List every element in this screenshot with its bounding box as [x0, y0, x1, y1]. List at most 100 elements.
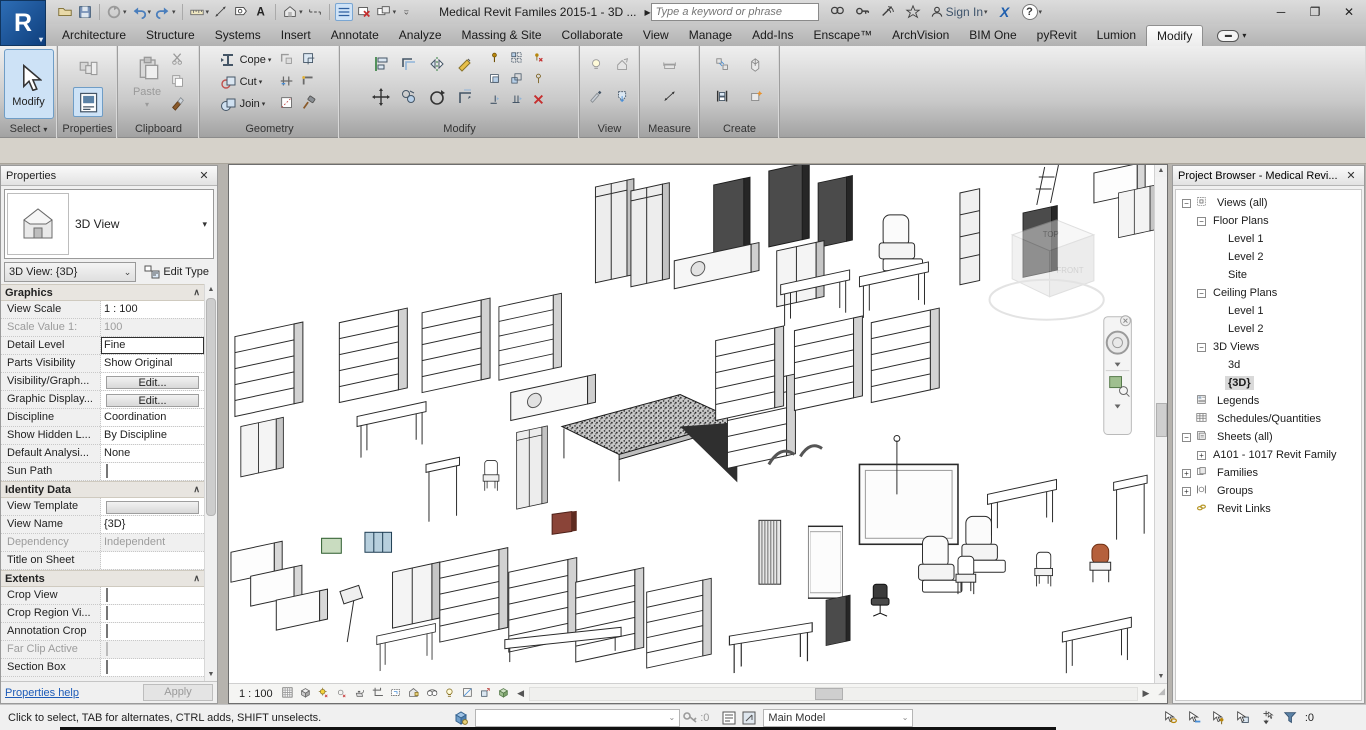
tree-item--3d-[interactable]: {3D}	[1176, 374, 1361, 392]
properties-palette-icon[interactable]	[73, 87, 103, 117]
cut-profile-icon[interactable]	[277, 49, 297, 69]
tab-archvision[interactable]: ArchVision	[882, 25, 959, 46]
sync-icon[interactable]	[105, 3, 128, 21]
section-icon[interactable]	[306, 3, 324, 21]
edit-type-button[interactable]: Edit Type	[139, 262, 214, 282]
text-note-icon[interactable]: A	[252, 3, 270, 21]
beam-joins-icon[interactable]	[277, 71, 297, 91]
join-button[interactable]: Join▾	[218, 93, 272, 115]
save-icon[interactable]	[76, 3, 94, 21]
trim-single-icon[interactable]	[486, 91, 506, 111]
crop-region-icon[interactable]	[371, 686, 388, 702]
create-group-icon[interactable]	[713, 87, 733, 107]
type-selector[interactable]: 3D View ▾	[4, 189, 214, 259]
close-hidden-windows-icon[interactable]	[355, 3, 373, 21]
type-properties-icon[interactable]	[73, 54, 103, 84]
property-value[interactable]: By Discipline	[101, 427, 204, 444]
properties-help-link[interactable]: Properties help	[5, 687, 79, 699]
expand-icon[interactable]: +	[1182, 487, 1191, 496]
sun-settings-icon[interactable]	[317, 686, 334, 702]
tree-item-level-2[interactable]: Level 2	[1176, 248, 1361, 266]
collapse-icon[interactable]: −	[1197, 343, 1206, 352]
tab-analyze[interactable]: Analyze	[389, 25, 452, 46]
sign-in-button[interactable]: Sign In	[929, 3, 989, 21]
editable-only-icon[interactable]	[680, 709, 700, 727]
collapse-icon[interactable]: −	[1197, 289, 1206, 298]
3d-view-canvas[interactable]: TOP FRONT	[229, 165, 1155, 684]
split-element-icon[interactable]	[452, 49, 478, 79]
property-value[interactable]: Fine	[101, 337, 204, 354]
detail-level-icon[interactable]	[281, 686, 298, 702]
scrollbar-thumb[interactable]	[815, 688, 843, 700]
scroll-right-icon[interactable]: ▶	[1139, 688, 1153, 699]
mirror-pick-axis-icon[interactable]	[424, 49, 450, 79]
help-key-icon[interactable]	[854, 3, 872, 21]
tag-by-category-icon[interactable]	[232, 3, 250, 21]
open-icon[interactable]	[56, 3, 74, 21]
measure-ruler-icon[interactable]	[660, 55, 680, 75]
property-value[interactable]	[101, 552, 204, 569]
communication-center-icon[interactable]	[879, 3, 897, 21]
linework-icon[interactable]	[587, 87, 607, 107]
property-value[interactable]: {3D}	[101, 516, 204, 533]
tree-item-revit-links[interactable]: Revit Links	[1176, 500, 1361, 518]
highlight-displacement-icon[interactable]	[479, 686, 496, 702]
drawing-area[interactable]: TOP FRONT ▲ ▼	[228, 164, 1168, 704]
tree-item-site[interactable]: Site	[1176, 266, 1361, 284]
aligned-dimension-icon[interactable]	[212, 3, 230, 21]
redo-icon[interactable]	[154, 3, 177, 21]
property-value[interactable]: 1 : 100	[101, 301, 204, 318]
locked-3d-view-icon[interactable]	[407, 686, 424, 702]
tree-item-sheets-all-[interactable]: −Sheets (all)	[1176, 428, 1361, 446]
resize-grip[interactable]: ◢	[1153, 686, 1167, 702]
drag-on-selection-icon[interactable]	[1257, 709, 1277, 727]
vertical-scrollbar[interactable]: ▲ ▼	[1154, 165, 1167, 683]
cope-button[interactable]: Cope▾	[218, 49, 272, 71]
expand-icon[interactable]: +	[1182, 469, 1191, 478]
collapse-icon[interactable]: −	[1182, 199, 1191, 208]
property-checkbox[interactable]	[106, 624, 108, 638]
close-icon[interactable]: ✕	[196, 169, 212, 182]
array-icon[interactable]	[508, 49, 528, 69]
select-panel-label[interactable]: Select ▾	[0, 121, 57, 138]
property-value-button[interactable]: Edit...	[106, 394, 199, 407]
analytical-model-icon[interactable]	[461, 686, 478, 702]
copy-to-clipboard-icon[interactable]	[168, 71, 188, 91]
tree-item-legends[interactable]: Legends	[1176, 392, 1361, 410]
tree-item-groups[interactable]: +Groups	[1176, 482, 1361, 500]
match-type-properties-icon[interactable]	[168, 93, 188, 113]
section-header-graphics[interactable]: Graphics∧	[1, 284, 204, 301]
tab-lumion[interactable]: Lumion	[1087, 25, 1146, 46]
exchange-apps-icon[interactable]: X	[996, 3, 1014, 21]
close-button[interactable]: ✕	[1332, 0, 1366, 24]
tree-item-a101-1017-revit-family[interactable]: +A101 - 1017 Revit Family	[1176, 446, 1361, 464]
close-icon[interactable]: ✕	[1343, 169, 1359, 182]
tree-item-floor-plans[interactable]: −Floor Plans	[1176, 212, 1361, 230]
demolish-icon[interactable]	[299, 93, 319, 113]
section-header-identity-data[interactable]: Identity Data∧	[1, 481, 204, 498]
measure-between-icon[interactable]	[660, 87, 680, 107]
worksets-icon[interactable]	[451, 709, 471, 727]
ribbon-display-toggle[interactable]: ▬▾	[1217, 25, 1246, 46]
search-icon[interactable]	[827, 3, 847, 21]
tree-item-ceiling-plans[interactable]: −Ceiling Plans	[1176, 284, 1361, 302]
apply-coping-icon[interactable]	[299, 49, 319, 69]
property-checkbox[interactable]	[106, 588, 108, 602]
unpin-red-icon[interactable]	[530, 49, 550, 69]
tab-systems[interactable]: Systems	[205, 25, 271, 46]
favorites-icon[interactable]	[904, 3, 922, 21]
tab-insert[interactable]: Insert	[271, 25, 321, 46]
pin-alt-icon[interactable]	[530, 70, 550, 90]
tab-modify[interactable]: Modify	[1146, 25, 1203, 46]
tree-item-level-1[interactable]: Level 1	[1176, 230, 1361, 248]
align-icon[interactable]	[368, 49, 394, 79]
switch-windows-icon[interactable]	[375, 3, 398, 21]
expand-icon[interactable]: +	[1197, 451, 1206, 460]
minimize-button[interactable]: ─	[1264, 0, 1298, 24]
scroll-up-icon[interactable]: ▲	[205, 284, 217, 296]
tab-annotate[interactable]: Annotate	[321, 25, 389, 46]
cut-to-clipboard-icon[interactable]	[168, 49, 188, 69]
sign-in-label[interactable]: Sign In	[946, 5, 983, 19]
property-value[interactable]: None	[101, 445, 204, 462]
tab-view[interactable]: View	[633, 25, 679, 46]
